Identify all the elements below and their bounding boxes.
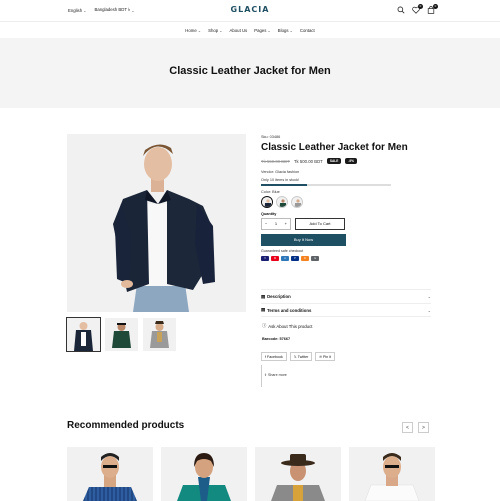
chevron-down-icon: ⌄ bbox=[289, 27, 293, 33]
facebook-icon: f bbox=[265, 354, 266, 359]
cart-bag-icon[interactable]: 0 bbox=[426, 4, 438, 15]
terms-accordion[interactable]: ▤ Terms and conditions ⌄ bbox=[261, 303, 431, 317]
nav-item-home[interactable]: Home ⌄ bbox=[185, 28, 201, 33]
color-swatches bbox=[261, 195, 431, 208]
chevron-down-icon: ⌄ bbox=[267, 27, 271, 33]
question-icon: ⓘ bbox=[262, 323, 267, 328]
quantity-value: 1 bbox=[274, 221, 278, 226]
product-main-image[interactable] bbox=[67, 134, 246, 312]
nav-item-contact[interactable]: Contact bbox=[300, 28, 315, 33]
quantity-stepper[interactable]: − 1 + bbox=[261, 217, 291, 230]
discount-badge: -9% bbox=[345, 158, 357, 164]
share-pinterest-button[interactable]: ℗ Pin it bbox=[315, 352, 335, 361]
guarantee-text: Guaranteed safe checkout bbox=[261, 248, 304, 253]
x-twitter-icon: 𝕏 bbox=[293, 354, 297, 359]
price-row: Tk 550.00 BDT Tk 500.00 BDT SALE -9% bbox=[261, 158, 431, 164]
chevron-down-icon: ⌄ bbox=[197, 27, 202, 33]
chevron-down-icon: ⌄ bbox=[427, 307, 431, 313]
document-icon: ▤ bbox=[261, 307, 266, 312]
share-facebook-button[interactable]: f Facebook bbox=[261, 352, 287, 361]
carousel-arrows: < > bbox=[402, 422, 429, 433]
quantity-label: Quantity bbox=[261, 211, 277, 216]
page-hero: Classic Leather Jacket for Men bbox=[0, 38, 500, 108]
top-bar: English ⌄ Bangladesh BDT ৳ ⌄ GLACIA 0 0 bbox=[0, 0, 500, 21]
product-card[interactable] bbox=[67, 447, 153, 501]
product-info: Sku: 03486 Classic Leather Jacket for Me… bbox=[261, 135, 431, 261]
product-title: Classic Leather Jacket for Men bbox=[261, 142, 408, 153]
cart-count-badge: 0 bbox=[433, 4, 438, 9]
share-buttons: f Facebook 𝕏 Twitter ℗ Pin it bbox=[261, 352, 335, 361]
header-icons: 0 0 bbox=[396, 4, 438, 15]
add-to-cart-button[interactable]: Add To Cart bbox=[295, 217, 345, 230]
stock-progress-bar bbox=[261, 184, 391, 186]
page-title: Classic Leather Jacket for Men bbox=[169, 65, 331, 77]
wishlist-heart-icon[interactable]: 0 bbox=[411, 4, 423, 15]
old-price: Tk 550.00 BDT bbox=[261, 158, 290, 164]
buy-now-button[interactable]: Buy It Now bbox=[261, 233, 346, 246]
thumbnail-navy-jacket[interactable] bbox=[66, 317, 101, 352]
sale-price: Tk 500.00 BDT bbox=[293, 158, 323, 164]
wishlist-count-badge: 0 bbox=[418, 4, 423, 9]
chevron-down-icon: ⌄ bbox=[219, 27, 223, 33]
sale-badge: SALE bbox=[326, 158, 342, 164]
product-sku: Sku: 03486 bbox=[261, 135, 281, 139]
recommended-title: Recommended products bbox=[67, 420, 185, 431]
ask-about-product-link[interactable]: ⓘ Ask About This product bbox=[262, 323, 312, 329]
search-icon[interactable] bbox=[396, 5, 406, 15]
recommended-products bbox=[67, 447, 435, 501]
product-card[interactable] bbox=[349, 447, 435, 501]
carousel-next-button[interactable]: > bbox=[418, 422, 429, 433]
nav-item-shop[interactable]: Shop ⌄ bbox=[208, 28, 222, 33]
chevron-down-icon: ⌄ bbox=[427, 294, 431, 299]
amex-icon: A bbox=[281, 255, 289, 261]
nav-item-pages[interactable]: Pages ⌄ bbox=[254, 28, 271, 33]
nav-item-blogs[interactable]: Blogs ⌄ bbox=[278, 28, 293, 33]
plus-icon[interactable]: + bbox=[285, 221, 287, 226]
description-icon: ▤ bbox=[261, 293, 266, 299]
color-label: Color: Blue bbox=[261, 189, 280, 194]
nav-item-about[interactable]: About Us bbox=[230, 28, 248, 33]
swatch-green[interactable] bbox=[276, 195, 288, 208]
payment-icons: V M A P D G bbox=[261, 255, 431, 261]
product-thumbnails bbox=[66, 317, 176, 352]
share-twitter-button[interactable]: 𝕏 Twitter bbox=[289, 352, 313, 361]
stock-text: Only 10 items in stock! bbox=[261, 178, 300, 182]
share-more-divider bbox=[261, 365, 263, 387]
main-nav: Home ⌄ Shop ⌄ About Us Pages ⌄ Blogs ⌄ Conta… bbox=[0, 21, 500, 38]
barcode-text: Barcode: 57667 bbox=[262, 337, 291, 341]
man-in-navy-jacket-image bbox=[67, 134, 246, 312]
visa-icon: V bbox=[261, 255, 269, 261]
product-card[interactable] bbox=[161, 447, 247, 501]
vendor-label: Vendor: Glacia fashion bbox=[261, 170, 300, 174]
minus-icon[interactable]: − bbox=[265, 221, 267, 226]
description-accordion[interactable]: ▤ Description ⌄ bbox=[261, 289, 431, 303]
swatch-grey[interactable] bbox=[291, 195, 303, 208]
thumbnail-green-jacket[interactable] bbox=[105, 318, 138, 351]
mastercard-icon: M bbox=[271, 255, 279, 261]
stock-progress-fill bbox=[261, 184, 307, 186]
share-icon: ⇪ bbox=[264, 373, 268, 377]
paypal-icon: P bbox=[291, 255, 299, 261]
pinterest-icon: ℗ bbox=[319, 354, 322, 359]
gpay-icon: G bbox=[311, 255, 319, 261]
quantity-row: − 1 + Add To Cart bbox=[261, 217, 431, 230]
swatch-blue[interactable] bbox=[261, 195, 273, 208]
share-more-link[interactable]: ⇪ Share more bbox=[264, 373, 287, 377]
discover-icon: D bbox=[301, 255, 309, 261]
carousel-prev-button[interactable]: < bbox=[402, 422, 413, 433]
product-card[interactable] bbox=[255, 447, 341, 501]
thumbnail-grey-jacket[interactable] bbox=[143, 318, 176, 351]
